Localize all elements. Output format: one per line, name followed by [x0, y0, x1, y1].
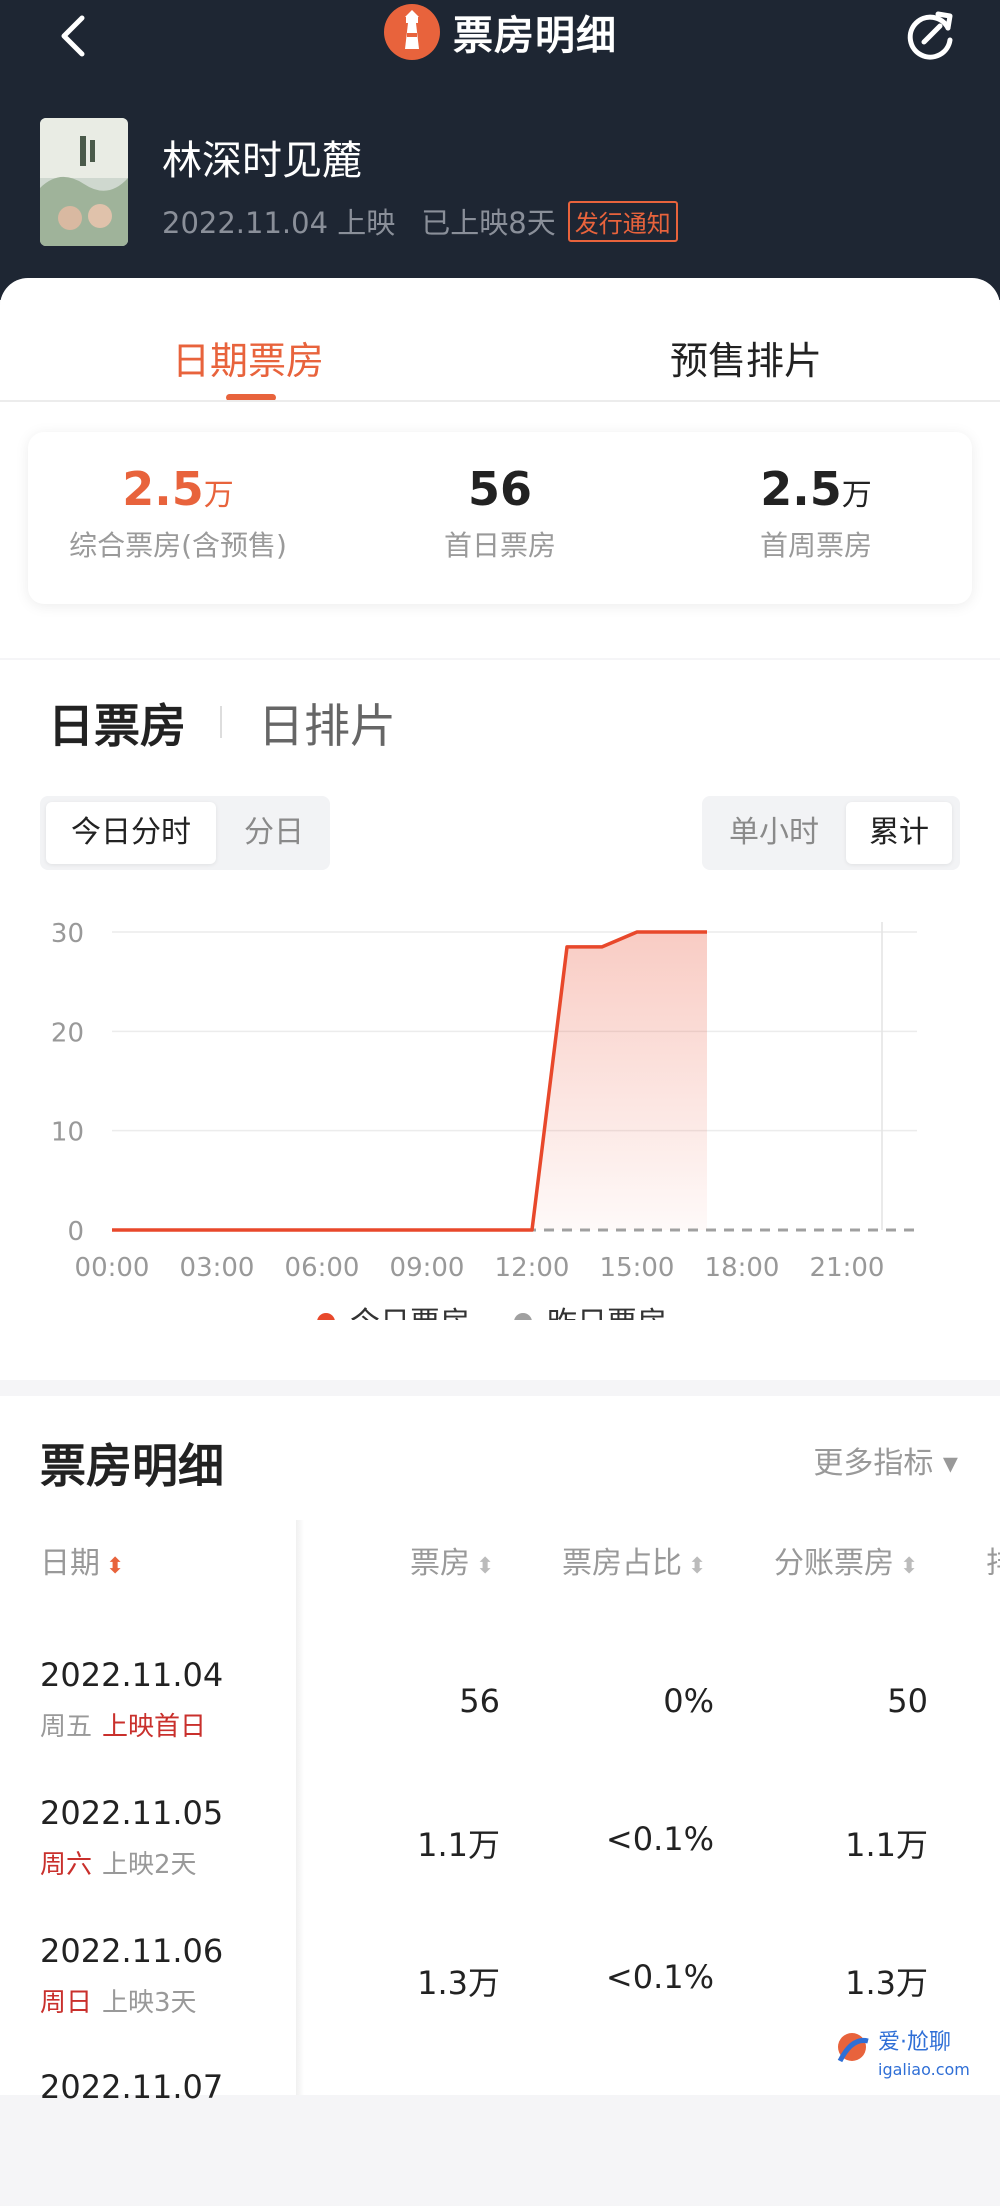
more-metrics-dropdown[interactable]: 更多指标 ▾ — [813, 1438, 958, 1482]
stat-value: 2.5万 — [760, 462, 872, 516]
series-today-area — [112, 932, 707, 1230]
segment-cumulative[interactable]: 累计 — [846, 802, 952, 864]
movie-title: 林深时见麓 — [162, 138, 362, 184]
column-header-split-box-office[interactable]: 分账票房 ⬍ — [774, 1538, 918, 1582]
release-notice-badge[interactable]: 发行通知 — [567, 200, 678, 242]
x-tick-label: 12:00 — [495, 1253, 570, 1283]
stat-label: 综合票房(含预售) — [69, 529, 287, 562]
column-header-more[interactable]: 排 — [986, 1538, 1000, 1582]
stat-value: 56 — [467, 462, 532, 516]
y-tick-label: 0 — [67, 1217, 84, 1247]
sort-icon: ⬍ — [476, 1554, 495, 1579]
row-date: 2022.11.05 — [40, 1794, 224, 1832]
row-split-box-office: 1.3万 — [845, 1964, 928, 2002]
x-tick-label: 18:00 — [705, 1253, 780, 1283]
x-tick-label: 00:00 — [75, 1253, 150, 1283]
aggregation-toggle: 单小时 累计 — [702, 796, 960, 870]
legend-marker-today — [317, 1313, 335, 1320]
row-split-box-office: 50 — [887, 1682, 928, 1720]
row-meta: 周六 上映2天 — [40, 1844, 197, 1881]
row-date: 2022.11.06 — [40, 1932, 224, 1970]
row-date: 2022.11.04 — [40, 1656, 224, 1694]
row-box-office: 1.1万 — [417, 1826, 500, 1864]
row-weekday: 周六 — [40, 1850, 93, 1880]
nav-title-group: 票房明细 — [0, 0, 1000, 64]
y-tick-label: 30 — [51, 919, 84, 949]
tab-presale-schedule[interactable]: 预售排片 — [670, 330, 822, 385]
tab-date-box-office[interactable]: 日期票房 — [172, 330, 324, 385]
x-tick-label: 06:00 — [285, 1253, 360, 1283]
stat-label: 首日票房 — [443, 529, 556, 562]
table-row[interactable]: 2022.11.07 — [0, 2068, 1000, 2206]
row-share: 0% — [663, 1682, 714, 1720]
legend-label-yesterday: 昨日票房 — [547, 1306, 667, 1320]
row-box-office: 1.3万 — [417, 1964, 500, 2002]
sort-icon: ⬍ — [900, 1554, 919, 1579]
x-tick-label: 21:00 — [810, 1253, 885, 1283]
row-release-tag: 上映首日 — [102, 1712, 207, 1742]
movie-poster[interactable] — [40, 118, 128, 246]
stat-first-week: 2.5万 首周票房 — [666, 462, 966, 564]
table-row[interactable]: 2022.11.05 周六 上映2天 1.1万 <0.1% 1.1万 — [0, 1794, 1000, 1932]
row-share: <0.1% — [605, 1958, 714, 1996]
y-tick-label: 20 — [51, 1018, 84, 1048]
release-date: 2022.11.04 上映 — [162, 206, 396, 240]
row-release-tag: 上映2天 — [102, 1850, 197, 1880]
column-header-date[interactable]: 日期 ⬍ — [40, 1538, 124, 1582]
time-granularity-toggle: 今日分时 分日 — [40, 796, 330, 870]
sort-icon: ⬍ — [688, 1554, 707, 1579]
lighthouse-logo-icon — [384, 4, 440, 60]
row-meta: 周五 上映首日 — [40, 1706, 206, 1743]
row-weekday: 周五 — [40, 1712, 93, 1742]
tab-daily-schedule[interactable]: 日排片 — [258, 690, 396, 756]
segment-today-hourly[interactable]: 今日分时 — [46, 802, 216, 864]
tab-daily-box-office[interactable]: 日票房 — [48, 690, 186, 756]
page-title: 票房明细 — [453, 13, 617, 59]
refresh-icon[interactable] — [900, 6, 960, 66]
table-row[interactable]: 2022.11.04 周五 上映首日 56 0% 50 — [0, 1656, 1000, 1794]
site-watermark-logo: 爱·尬聊 igaliao.com — [837, 2030, 970, 2079]
days-released: 已上映8天 — [421, 206, 556, 240]
legend-marker-yesterday — [514, 1313, 532, 1320]
svg-text:爱·尬聊: 爱·尬聊 — [878, 2030, 951, 2055]
sub-tab-separator — [220, 706, 222, 738]
y-tick-label: 10 — [51, 1118, 84, 1148]
row-date: 2022.11.07 — [40, 2068, 224, 2106]
sort-icon: ⬍ — [106, 1554, 125, 1579]
legend-label-today: 今日票房 — [350, 1306, 470, 1320]
stat-label: 首周票房 — [759, 529, 872, 562]
stats-panel: 2.5万 综合票房(含预售) 56 首日票房 2.5万 首周票房 — [28, 432, 972, 604]
hourly-box-office-chart: 0 10 20 30 00:00 03:00 06:00 09:00 12:00 15:00 18:… — [51, 919, 917, 1320]
movie-meta: 2022.11.04 上映 已上映8天 发行通知 — [162, 200, 678, 242]
row-box-office: 56 — [459, 1682, 500, 1720]
detail-section-title: 票房明细 — [40, 1439, 224, 1493]
row-share: <0.1% — [605, 1820, 714, 1858]
row-release-tag: 上映3天 — [102, 1988, 197, 2018]
header-bar: 票房明细 林深时见麓 2022.11.04 上映 已上映8天 发行通知 — [0, 0, 1000, 300]
x-tick-label: 03:00 — [180, 1253, 255, 1283]
column-header-share[interactable]: 票房占比 ⬍ — [562, 1538, 706, 1582]
tabs-divider — [0, 400, 1000, 402]
x-tick-label: 15:00 — [600, 1253, 675, 1283]
row-split-box-office: 1.1万 — [845, 1826, 928, 1864]
stat-total-box-office: 2.5万 综合票房(含预售) — [28, 462, 328, 564]
column-header-box-office[interactable]: 票房 ⬍ — [410, 1538, 494, 1582]
row-weekday: 周日 — [40, 1988, 93, 2018]
stat-value: 2.5万 — [122, 462, 234, 516]
svg-text:igaliao.com: igaliao.com — [878, 2060, 970, 2079]
row-meta: 周日 上映3天 — [40, 1982, 197, 2019]
stat-first-day: 56 首日票房 — [350, 462, 650, 564]
segment-daily[interactable]: 分日 — [224, 802, 324, 864]
segment-single-hour[interactable]: 单小时 — [708, 802, 840, 864]
x-tick-label: 09:00 — [390, 1253, 465, 1283]
